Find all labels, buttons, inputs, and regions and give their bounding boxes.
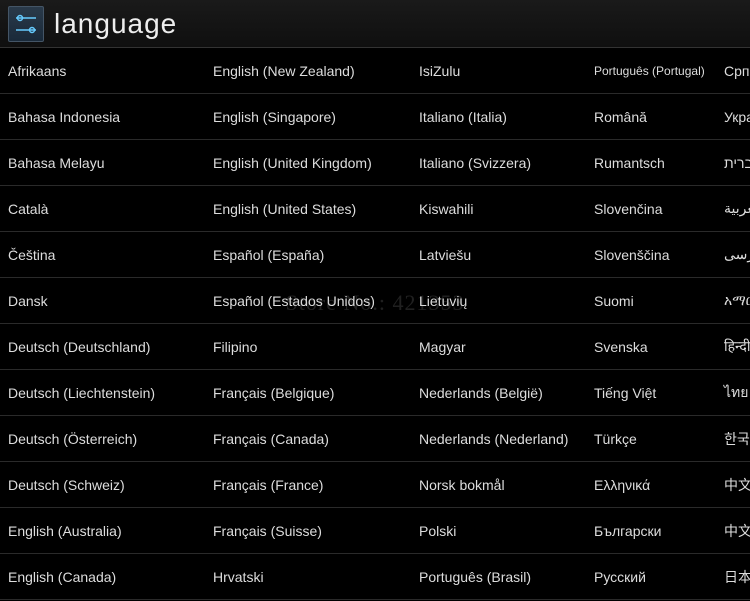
- language-option[interactable]: Norsk bokmål: [411, 462, 586, 508]
- language-option[interactable]: Français (Suisse): [205, 508, 411, 554]
- language-option[interactable]: Svenska: [586, 324, 716, 370]
- language-option[interactable]: 中文 (繁體): [716, 508, 750, 554]
- language-option[interactable]: Српски: [716, 48, 750, 94]
- language-option[interactable]: English (United States): [205, 186, 411, 232]
- language-option[interactable]: IsiZulu: [411, 48, 586, 94]
- language-option[interactable]: Deutsch (Deutschland): [0, 324, 205, 370]
- language-option[interactable]: Afrikaans: [0, 48, 205, 94]
- language-option[interactable]: עברית: [716, 140, 750, 186]
- language-option[interactable]: Magyar: [411, 324, 586, 370]
- language-option[interactable]: Български: [586, 508, 716, 554]
- language-option[interactable]: Português (Brasil): [411, 554, 586, 600]
- language-option[interactable]: Italiano (Svizzera): [411, 140, 586, 186]
- language-option[interactable]: Nederlands (België): [411, 370, 586, 416]
- language-option[interactable]: Kiswahili: [411, 186, 586, 232]
- language-option[interactable]: English (Canada): [0, 554, 205, 600]
- language-option[interactable]: Español (Estados Unidos): [205, 278, 411, 324]
- language-option[interactable]: Rumantsch: [586, 140, 716, 186]
- language-option[interactable]: Čeština: [0, 232, 205, 278]
- language-option[interactable]: 中文 (简体): [716, 462, 750, 508]
- language-option[interactable]: 日本語: [716, 554, 750, 600]
- language-option[interactable]: English (Australia): [0, 508, 205, 554]
- language-option[interactable]: Nederlands (Nederland): [411, 416, 586, 462]
- language-option[interactable]: Español (España): [205, 232, 411, 278]
- language-option[interactable]: العربية: [716, 186, 750, 232]
- language-option[interactable]: Türkçe: [586, 416, 716, 462]
- language-option[interactable]: Français (Canada): [205, 416, 411, 462]
- page-title: language: [54, 8, 177, 40]
- language-option[interactable]: हिन्दी: [716, 324, 750, 370]
- language-option[interactable]: Ελληνικά: [586, 462, 716, 508]
- language-option[interactable]: English (United Kingdom): [205, 140, 411, 186]
- language-option[interactable]: Hrvatski: [205, 554, 411, 600]
- language-option[interactable]: Dansk: [0, 278, 205, 324]
- language-option[interactable]: Latviešu: [411, 232, 586, 278]
- language-option[interactable]: English (Singapore): [205, 94, 411, 140]
- language-option[interactable]: Français (France): [205, 462, 411, 508]
- language-option[interactable]: فارسی: [716, 232, 750, 278]
- language-option[interactable]: Русский: [586, 554, 716, 600]
- language-option[interactable]: Polski: [411, 508, 586, 554]
- language-option[interactable]: Filipino: [205, 324, 411, 370]
- language-option[interactable]: Slovenčina: [586, 186, 716, 232]
- language-option[interactable]: Català: [0, 186, 205, 232]
- language-option[interactable]: Suomi: [586, 278, 716, 324]
- language-option[interactable]: Tiếng Việt: [586, 370, 716, 416]
- header: language: [0, 0, 750, 48]
- language-option[interactable]: አማርኛ: [716, 278, 750, 324]
- language-option[interactable]: Lietuvių: [411, 278, 586, 324]
- language-option[interactable]: English (New Zealand): [205, 48, 411, 94]
- language-option[interactable]: Português (Portugal): [586, 48, 716, 94]
- language-option[interactable]: ไทย: [716, 370, 750, 416]
- settings-sliders-icon: [8, 6, 44, 42]
- language-option[interactable]: Italiano (Italia): [411, 94, 586, 140]
- language-option[interactable]: Română: [586, 94, 716, 140]
- language-option[interactable]: Deutsch (Österreich): [0, 416, 205, 462]
- language-grid: AfrikaansEnglish (New Zealand)IsiZuluPor…: [0, 48, 750, 600]
- language-option[interactable]: Deutsch (Schweiz): [0, 462, 205, 508]
- language-option[interactable]: Українська: [716, 94, 750, 140]
- language-option[interactable]: Deutsch (Liechtenstein): [0, 370, 205, 416]
- language-option[interactable]: Français (Belgique): [205, 370, 411, 416]
- language-option[interactable]: 한국어: [716, 416, 750, 462]
- language-option[interactable]: Slovenščina: [586, 232, 716, 278]
- language-option[interactable]: Bahasa Melayu: [0, 140, 205, 186]
- language-option[interactable]: Bahasa Indonesia: [0, 94, 205, 140]
